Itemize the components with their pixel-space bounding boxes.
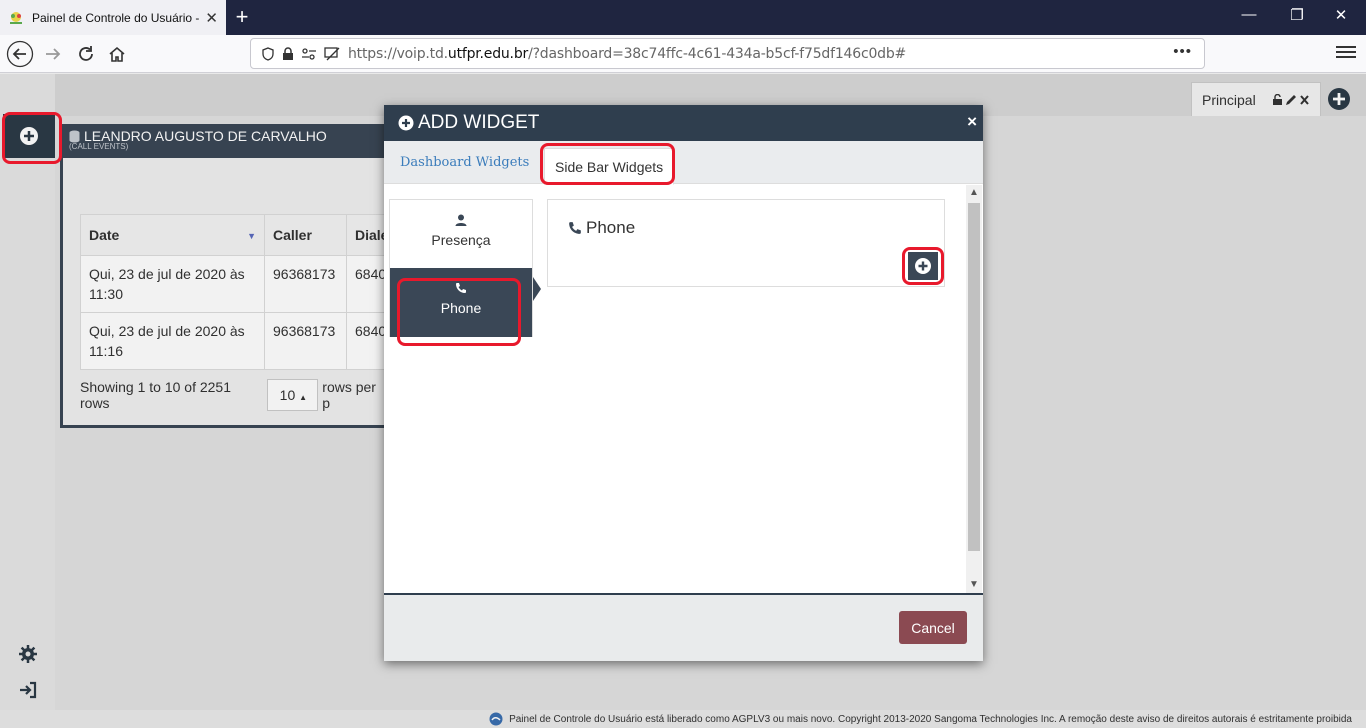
highlight-phone-item xyxy=(397,278,521,346)
list-item-presenca[interactable]: Presença xyxy=(390,200,532,268)
phone-icon xyxy=(569,222,581,234)
forward-arrow-icon xyxy=(46,48,61,60)
scrollbar-thumb[interactable] xyxy=(968,203,980,551)
new-tab-button[interactable]: + xyxy=(230,4,254,30)
add-widget-modal: ADD WIDGET × Dashboard Widgets Side Bar … xyxy=(384,105,983,661)
widget-tabs: Dashboard Widgets Side Bar Widgets xyxy=(384,141,983,185)
user-icon xyxy=(455,214,467,226)
screen-share-icon[interactable] xyxy=(324,46,340,61)
page-actions-button[interactable]: ••• xyxy=(1173,43,1192,60)
plus-circle-icon xyxy=(398,115,414,131)
back-button[interactable] xyxy=(5,39,35,69)
browser-tab[interactable]: Painel de Controle do Usuário - ✕ xyxy=(0,0,226,35)
site-favicon-icon xyxy=(10,11,22,24)
modal-body: Presença Phone Phone ▲ ▼ xyxy=(384,185,983,593)
back-arrow-icon xyxy=(6,40,34,68)
reload-button[interactable] xyxy=(71,39,101,69)
modal-header: ADD WIDGET × xyxy=(384,105,983,141)
tab-title: Painel de Controle do Usuário - xyxy=(32,10,200,25)
browser-navbar: https://voip.td.utfpr.edu.br/?dashboard=… xyxy=(0,35,1366,73)
widget-card-phone: Phone xyxy=(547,199,945,287)
reload-icon xyxy=(79,46,93,61)
list-item-label: Presença xyxy=(431,232,491,248)
highlight-sidebar-tab xyxy=(540,143,675,185)
home-icon xyxy=(109,46,125,62)
minimize-icon[interactable]: — xyxy=(1236,6,1262,23)
shield-icon[interactable] xyxy=(261,46,275,61)
selected-pointer xyxy=(533,277,541,301)
cancel-button[interactable]: Cancel xyxy=(899,611,967,644)
highlight-add-button xyxy=(902,247,944,285)
restore-icon[interactable]: ❐ xyxy=(1284,6,1310,24)
scroll-down-icon[interactable]: ▼ xyxy=(969,579,979,590)
highlight-sidebar-add xyxy=(2,112,62,164)
browser-menu-icon[interactable] xyxy=(1336,43,1356,61)
url-text: https://voip.td.utfpr.edu.br/?dashboard=… xyxy=(348,45,907,62)
tab-dashboard-widgets[interactable]: Dashboard Widgets xyxy=(390,149,539,176)
modal-close-button[interactable]: × xyxy=(967,112,977,132)
home-button[interactable] xyxy=(102,39,132,69)
forward-button[interactable] xyxy=(38,39,68,69)
tab-close-icon[interactable]: ✕ xyxy=(205,9,218,27)
modal-scrollbar[interactable]: ▲ ▼ xyxy=(966,185,982,593)
card-title: Phone xyxy=(568,218,635,238)
modal-footer: Cancel xyxy=(384,593,983,661)
window-close-icon[interactable]: ✕ xyxy=(1328,6,1354,24)
permissions-icon[interactable] xyxy=(301,47,317,61)
lock-icon[interactable] xyxy=(282,46,294,61)
scroll-up-icon[interactable]: ▲ xyxy=(969,187,979,198)
url-bar[interactable]: https://voip.td.utfpr.edu.br/?dashboard=… xyxy=(250,38,1205,69)
modal-title: ADD WIDGET xyxy=(418,112,540,133)
browser-tabbar: Painel de Controle do Usuário - ✕ + — ❐ … xyxy=(0,0,1366,35)
